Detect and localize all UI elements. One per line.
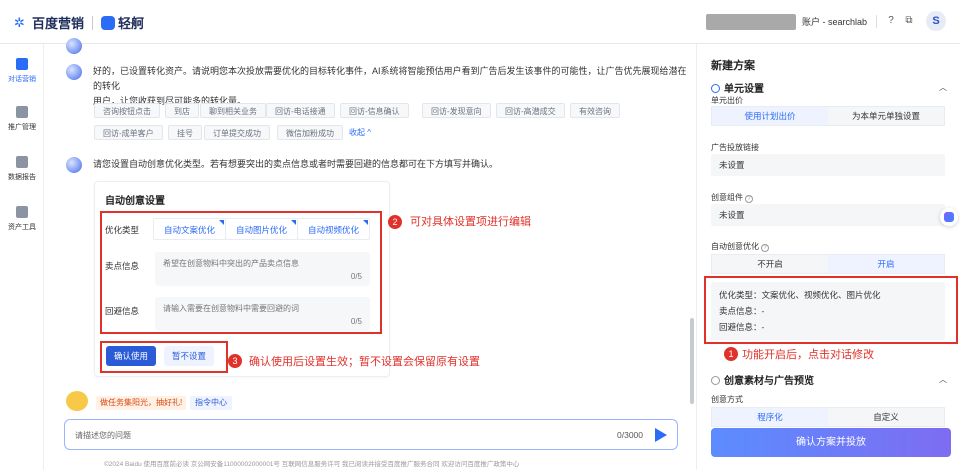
avatar[interactable]: S [926,11,946,31]
event-chip[interactable]: 到店 [165,103,199,118]
chat-input[interactable]: 请描述您的问题 0/3000 [64,419,678,450]
send-icon[interactable] [655,428,667,442]
report-icon [16,156,28,168]
account-name[interactable]: 账户 - searchlab [802,15,867,28]
event-chip[interactable]: 咨询按钮点击 [94,103,160,118]
annotation-text-2: 可对具体设置项进行编辑 [410,216,531,228]
nav-item-promotion-management[interactable]: 推广管理 [0,106,44,132]
radio-circle-icon [711,376,720,385]
nav-item-asset-tools[interactable]: 资产工具 [0,206,44,232]
chat-input-counter: 0/3000 [617,430,643,440]
event-chip[interactable]: 微信加粉成功 [277,125,343,140]
label-text: 自动创意优化 [711,242,759,251]
copy-icon[interactable]: ⧉ [902,14,916,28]
nav-item-label: 推广管理 [8,124,36,131]
creative-method-selector: 程序化 自定义 [711,407,945,427]
chevron-up-icon[interactable]: ︿ [939,82,947,93]
annotation-box-1 [704,276,958,344]
left-nav: 对话营销 推广管理 数据报告 资产工具 [0,44,44,470]
annotation-box-3 [100,341,228,373]
chevron-up-icon[interactable]: ︿ [939,374,947,385]
label-text: 创意组件 [711,193,743,202]
annotation-text-3: 确认使用后设置生效；暂不设置会保留原有设置 [249,356,480,368]
toolbox-icon [16,206,28,218]
brand-logo[interactable]: ✲ 百度营销 轻舸 [14,13,144,32]
event-chip[interactable]: 订单提交成功 [204,125,270,140]
annotation-number-2: 2 [388,215,402,229]
toggle-on-option[interactable]: 开启 [828,255,944,273]
logo-divider [92,15,94,30]
event-chip[interactable]: 回访-高潜成交 [496,103,565,118]
sun-mascot-icon[interactable] [66,391,88,411]
brand-qingge: 轻舸 [118,16,145,31]
auto-creative-label: 自动创意优化? [711,241,769,252]
chat-area: 好的，已设置转化资产。请说明您本次投放需要优化的目标转化事件，AI系统将智能预估… [44,38,696,470]
bid-option-custom[interactable]: 为本单元单独设置 [828,107,944,125]
chat-marketing-icon [16,58,28,70]
footer-text: ©2024 Baidu 使用百度前必读 京公网安备11000002000001号… [104,461,520,468]
command-center-button[interactable]: 指令中心 [190,396,232,410]
panel-title: 新建方案 [711,60,755,72]
method-option-programmatic[interactable]: 程序化 [712,408,828,426]
help-icon[interactable]: ? [761,244,769,252]
floating-assistant-icon[interactable] [940,208,958,226]
redacted-user-block [706,14,796,30]
collapse-link[interactable]: 收起 ^ [347,125,373,140]
chat-input-placeholder: 请描述您的问题 [75,431,131,440]
new-plan-panel: 新建方案 单元设置 ︿ 单元出价 使用计划出价 为本单元单独设置 广告投放链接 … [696,44,960,470]
baidu-paw-icon: ✲ [14,14,25,30]
section-title: 创意素材与广告预览 [724,376,814,387]
toolbar-divider [876,15,877,28]
event-chip[interactable]: 挂号 [168,125,202,140]
nav-item-label: 资产工具 [8,224,36,231]
assistant-avatar [66,157,82,173]
nav-item-chat-marketing[interactable]: 对话营销 [0,58,44,84]
annotation-text-1: 功能开启后，点击对话修改 [742,349,874,361]
annotation-box-2 [100,211,382,334]
ad-link-field[interactable]: 未设置 [711,154,945,176]
annotation-number-3: 3 [228,354,242,368]
creative-component-field[interactable]: 未设置 [711,204,945,226]
event-chip[interactable]: 有效咨询 [570,103,620,118]
card-title: 自动创意设置 [105,196,165,207]
assistant-avatar [66,64,82,80]
brand-baidu-marketing: 百度营销 [32,16,85,31]
auto-creative-toggle: 不开启 开启 [711,254,945,274]
bid-option-plan[interactable]: 使用计划出价 [712,107,828,125]
toggle-off-option[interactable]: 不开启 [712,255,828,273]
confirm-plan-button[interactable]: 确认方案并投放 [711,428,951,457]
chart-icon [16,106,28,118]
top-bar: ✲ 百度营销 轻舸 账户 - searchlab ? ⧉ S [0,0,960,44]
section-title: 单元设置 [724,84,764,95]
chat-scrollbar[interactable] [690,318,694,404]
qingge-logo-icon [101,15,116,30]
check-circle-icon [711,84,720,93]
help-icon[interactable]: ? [745,195,753,203]
event-chip[interactable]: 回访-发现意向 [422,103,491,118]
event-chip[interactable]: 回访-成单客户 [94,125,163,140]
nav-item-label: 对话营销 [8,76,36,83]
creative-component-label: 创意组件? [711,192,753,203]
ad-link-label: 广告投放链接 [711,143,759,152]
creative-preview-section[interactable]: 创意素材与广告预览 [711,372,814,387]
nav-item-data-report[interactable]: 数据报告 [0,156,44,182]
nav-item-label: 数据报告 [8,174,36,181]
help-icon[interactable]: ? [884,14,898,28]
bid-label: 单元出价 [711,96,743,105]
event-chip[interactable]: 回访-电话接通 [266,103,335,118]
assistant-message: 请您设置自动创意优化类型。若有想要突出的卖点信息或者时需要回避的信息都可在下方填… [93,159,499,169]
method-option-custom[interactable]: 自定义 [828,408,944,426]
event-chip[interactable]: 聊到相关业务 [200,103,266,118]
assistant-avatar [66,38,82,54]
creative-method-label: 创意方式 [711,395,743,404]
promo-task-link[interactable]: 做任务集阳光，抽好礼! [96,396,187,410]
event-chip[interactable]: 回访-信息确认 [340,103,409,118]
unit-settings-section[interactable]: 单元设置 [711,80,764,95]
bid-selector: 使用计划出价 为本单元单独设置 [711,106,945,126]
message-line: 好的，已设置转化资产。请说明您本次投放需要优化的目标转化事件，AI系统将智能预估… [93,66,687,91]
annotation-number-1: 1 [724,347,738,361]
